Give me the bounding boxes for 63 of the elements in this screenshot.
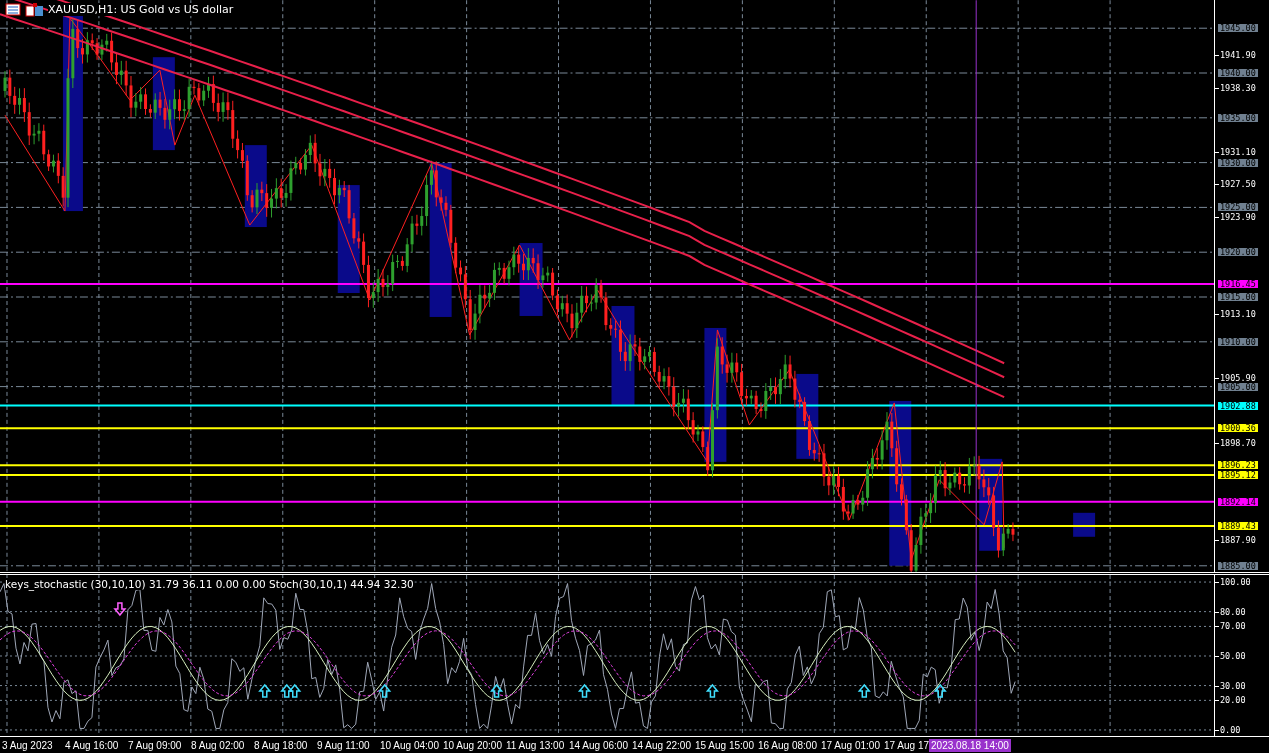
time-label: 16 Aug 08:00: [758, 739, 818, 751]
chart-window-icon: [5, 3, 45, 17]
price-grid-label: 1915.00: [1218, 293, 1258, 301]
time-label: 7 Aug 09:00: [128, 739, 183, 751]
time-label: 11 Aug 13:00: [506, 739, 566, 751]
up-arrow-icon: [280, 683, 294, 698]
price-label: 1913.10: [1215, 309, 1256, 318]
indicator-label: 70.00: [1215, 622, 1246, 631]
up-arrow-icon: [857, 683, 871, 698]
indicator-label: 30.00: [1215, 681, 1246, 690]
time-label: 8 Aug 02:00: [191, 739, 246, 751]
up-arrow-icon: [577, 683, 592, 698]
indicator-label: 100.00: [1215, 578, 1251, 586]
down-arrow-icon: [113, 602, 127, 617]
time-label: 4 Aug 16:00: [65, 739, 120, 751]
price-grid-label: 1885.00: [1218, 562, 1258, 570]
up-arrow-icon: [705, 683, 719, 698]
indicator-label: 20.00: [1215, 696, 1246, 705]
price-grid-label: 1930.00: [1218, 158, 1258, 167]
time-label: 17 Aug 01:00: [821, 739, 881, 751]
time-label: 10 Aug 20:00: [443, 739, 503, 751]
price-grid-label: 1945.00: [1218, 24, 1258, 32]
up-arrow-icon: [378, 683, 392, 698]
price-label: 1905.90: [1215, 374, 1256, 383]
up-arrow-icon: [288, 683, 302, 698]
price-grid-label: 1920.00: [1218, 248, 1258, 257]
price-grid-label: 1910.00: [1218, 337, 1258, 346]
price-level-tag: 1889.43: [1218, 522, 1258, 531]
time-label: 15 Aug 15:00: [695, 739, 755, 751]
price-level-tag: 1895.12: [1218, 471, 1258, 480]
up-arrow-icon: [490, 683, 504, 698]
time-label: 17 Aug 17: [884, 739, 930, 751]
price-label: 1923.90: [1215, 212, 1256, 221]
time-label: 10 Aug 04:00: [380, 739, 440, 751]
price-level-tag: 1892.14: [1218, 498, 1258, 506]
price-label: 1898.70: [1215, 438, 1256, 447]
price-grid-label: 1905.00: [1218, 382, 1258, 391]
indicator-label: 80.00: [1215, 607, 1246, 616]
price-grid-label: 1940.00: [1218, 68, 1258, 77]
indicator-label: 50.00: [1215, 652, 1246, 660]
indicator-label: 0.00: [1215, 726, 1241, 734]
time-label: 8 Aug 18:00: [254, 739, 309, 751]
price-level-tag: 1902.88: [1218, 401, 1258, 410]
up-arrow-icon: [258, 683, 272, 698]
up-arrow-icon: [933, 683, 947, 698]
price-level-tag: 1900.36: [1218, 424, 1258, 433]
chart-title: XAUUSD,H1: US Gold vs US dollar: [48, 3, 234, 16]
price-label: 1938.30: [1215, 83, 1256, 92]
price-grid-label: 1925.00: [1218, 203, 1258, 212]
price-level-tag: 1896.23: [1218, 461, 1258, 470]
price-label: 1941.90: [1215, 51, 1256, 60]
price-grid-label: 1935.00: [1218, 113, 1258, 122]
price-label: 1927.50: [1215, 180, 1256, 189]
price-level-tag: 1916.45: [1218, 280, 1258, 288]
time-label: 14 Aug 22:00: [632, 739, 692, 751]
indicator-header: keys_stochastic (30,10,10) 31.79 36.11 0.00 0.00 Stoch(30,10,1) 44.94 32.30: [5, 578, 414, 590]
range-box: [1073, 512, 1096, 537]
time-label: 3 Aug 2023: [2, 739, 54, 751]
price-label: 1931.10: [1215, 148, 1256, 157]
cursor-time-tag: 2023.08.18 14:00: [929, 738, 1011, 752]
price-label: 1887.90: [1215, 535, 1256, 544]
time-label: 14 Aug 06:00: [569, 739, 629, 751]
time-label: 9 Aug 11:00: [317, 739, 371, 751]
